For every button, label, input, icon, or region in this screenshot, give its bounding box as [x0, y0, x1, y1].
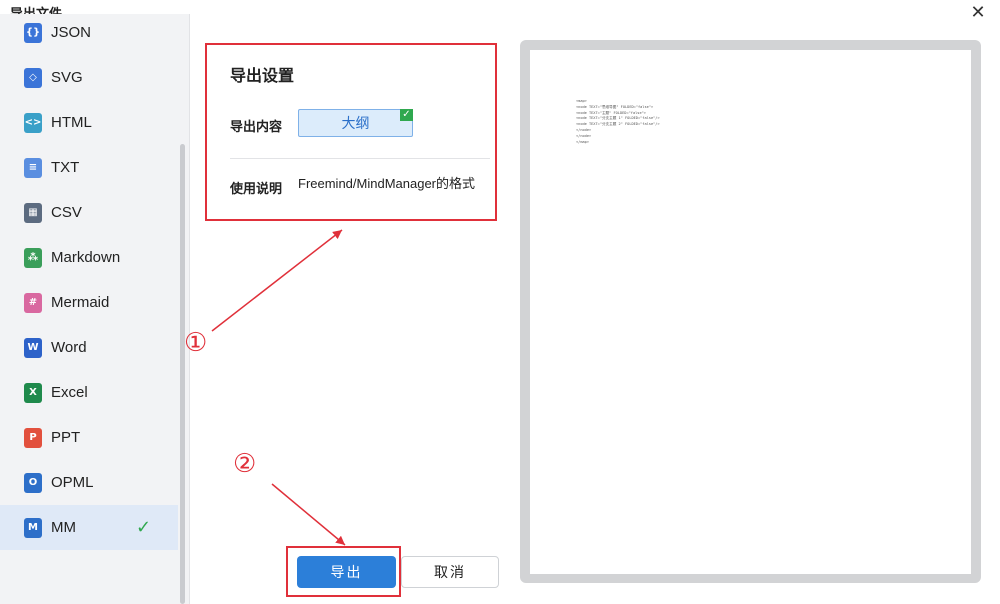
preview-content: <map> <node TEXT="思维导图" FOLDED="false"> <n…	[576, 99, 966, 145]
preview-line: </map>	[576, 139, 589, 144]
annotation-one: ①	[184, 328, 208, 358]
annotation-two: ②	[233, 449, 257, 479]
arrow-two	[271, 483, 346, 546]
export-button[interactable]: 导出	[297, 556, 396, 588]
preview-page[interactable]: <map> <node TEXT="思维导图" FOLDED="false"> <n…	[530, 50, 971, 574]
cancel-button[interactable]: 取消	[401, 556, 499, 588]
arrow-one	[211, 229, 343, 332]
